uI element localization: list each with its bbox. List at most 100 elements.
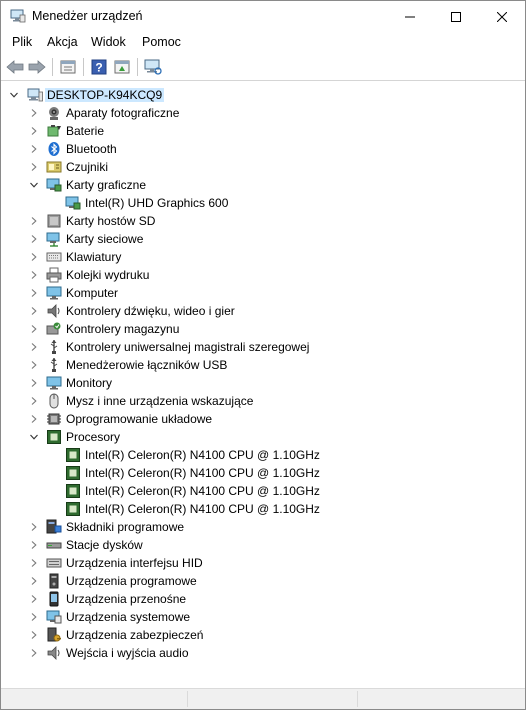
tree-device-item[interactable]: Intel(R) Celeron(R) N4100 CPU @ 1.10GHz — [2, 500, 522, 518]
chevron-right-icon[interactable] — [30, 271, 38, 279]
tree-item-label[interactable]: Karty hostów SD — [66, 214, 155, 228]
tree-item-label[interactable]: Kontrolery magazynu — [66, 322, 179, 336]
tree-category-item[interactable]: Komputer — [2, 284, 522, 302]
tree-item-label[interactable]: Urządzenia przenośne — [66, 592, 186, 606]
tree-item-label[interactable]: Komputer — [66, 286, 118, 300]
title-bar[interactable]: Menedżer urządzeń — [1, 1, 525, 32]
tree-category-item[interactable]: Urządzenia interfejsu HID — [2, 554, 522, 572]
tree-item-label[interactable]: Intel(R) Celeron(R) N4100 CPU @ 1.10GHz — [85, 502, 320, 516]
tree-category-item[interactable]: Składniki programowe — [2, 518, 522, 536]
tree-item-label[interactable]: Stacje dysków — [66, 538, 143, 552]
chevron-right-icon[interactable] — [30, 613, 38, 621]
properties-button[interactable] — [58, 58, 78, 76]
tree-category-item[interactable]: Urządzenia zabezpieczeń — [2, 626, 522, 644]
tree-item-label[interactable]: Klawiatury — [66, 250, 121, 264]
chevron-down-icon[interactable] — [30, 181, 38, 189]
chevron-right-icon[interactable] — [30, 217, 38, 225]
tree-category-item[interactable]: Karty graficzne — [2, 176, 522, 194]
tree-item-label[interactable]: Urządzenia zabezpieczeń — [66, 628, 203, 642]
tree-device-item[interactable]: Intel(R) Celeron(R) N4100 CPU @ 1.10GHz — [2, 482, 522, 500]
minimize-button[interactable] — [387, 1, 433, 32]
tree-item-label[interactable]: Aparaty fotograficzne — [66, 106, 179, 120]
tree-item-label[interactable]: Menedżerowie łączników USB — [66, 358, 227, 372]
tree-category-item[interactable]: Klawiatury — [2, 248, 522, 266]
chevron-down-icon[interactable] — [10, 91, 18, 99]
close-button[interactable] — [479, 1, 525, 32]
tree-item-label[interactable]: Kontrolery uniwersalnej magistrali szere… — [66, 340, 309, 354]
tree-category-item[interactable]: Menedżerowie łączników USB — [2, 356, 522, 374]
chevron-right-icon[interactable] — [30, 109, 38, 117]
chevron-right-icon[interactable] — [30, 523, 38, 531]
tree-category-item[interactable]: Kontrolery dźwięku, wideo i gier — [2, 302, 522, 320]
tree-category-item[interactable]: Baterie — [2, 122, 522, 140]
tree-item-label[interactable]: Kontrolery dźwięku, wideo i gier — [66, 304, 235, 318]
tree-category-item[interactable]: Karty hostów SD — [2, 212, 522, 230]
tree-item-label[interactable]: Baterie — [66, 124, 104, 138]
chevron-right-icon[interactable] — [30, 559, 38, 567]
tree-item-label[interactable]: Urządzenia interfejsu HID — [66, 556, 203, 570]
menu-pomoc[interactable]: Pomoc — [142, 35, 181, 49]
chevron-right-icon[interactable] — [30, 415, 38, 423]
tree-category-item[interactable]: Urządzenia programowe — [2, 572, 522, 590]
tree-item-label[interactable]: Oprogramowanie układowe — [66, 412, 212, 426]
tree-item-label[interactable]: Czujniki — [66, 160, 108, 174]
maximize-button[interactable] — [433, 1, 479, 32]
tree-category-item[interactable]: Karty sieciowe — [2, 230, 522, 248]
tree-category-item[interactable]: Urządzenia przenośne — [2, 590, 522, 608]
chevron-right-icon[interactable] — [30, 649, 38, 657]
tree-category-item[interactable]: Urządzenia systemowe — [2, 608, 522, 626]
help-button[interactable]: ? — [89, 58, 109, 76]
chevron-right-icon[interactable] — [30, 343, 38, 351]
tree-item-label[interactable]: Karty graficzne — [66, 178, 146, 192]
tree-item-label[interactable]: Urządzenia systemowe — [66, 610, 190, 624]
root-label[interactable]: DESKTOP-K94KCQ9 — [45, 88, 165, 102]
tree-category-item[interactable]: Monitory — [2, 374, 522, 392]
tree-item-label[interactable]: Urządzenia programowe — [66, 574, 197, 588]
scan-hardware-button[interactable] — [143, 58, 163, 76]
tree-item-label[interactable]: Mysz i inne urządzenia wskazujące — [66, 394, 253, 408]
chevron-right-icon[interactable] — [30, 631, 38, 639]
menu-plik[interactable]: Plik — [12, 35, 32, 49]
chevron-right-icon[interactable] — [30, 577, 38, 585]
chevron-right-icon[interactable] — [30, 235, 38, 243]
tree-item-label[interactable]: Intel(R) Celeron(R) N4100 CPU @ 1.10GHz — [85, 448, 320, 462]
menu-akcja[interactable]: Akcja — [47, 35, 78, 49]
chevron-right-icon[interactable] — [30, 595, 38, 603]
tree-category-item[interactable]: Procesory — [2, 428, 522, 446]
tree-item-label[interactable]: Kolejki wydruku — [66, 268, 149, 282]
tree-item-label[interactable]: Intel(R) UHD Graphics 600 — [85, 196, 228, 210]
tree-category-item[interactable]: Stacje dysków — [2, 536, 522, 554]
tree-item-label[interactable]: Bluetooth — [66, 142, 117, 156]
chevron-right-icon[interactable] — [30, 325, 38, 333]
tree-item-label[interactable]: Intel(R) Celeron(R) N4100 CPU @ 1.10GHz — [85, 484, 320, 498]
chevron-right-icon[interactable] — [30, 379, 38, 387]
tree-category-item[interactable]: Wejścia i wyjścia audio — [2, 644, 522, 662]
tree-root[interactable]: DESKTOP-K94KCQ9 — [2, 86, 522, 104]
tree-category-item[interactable]: Czujniki — [2, 158, 522, 176]
tree-item-label[interactable]: Monitory — [66, 376, 112, 390]
tree-category-item[interactable]: Bluetooth — [2, 140, 522, 158]
chevron-right-icon[interactable] — [30, 127, 38, 135]
device-tree[interactable]: DESKTOP-K94KCQ9 Aparaty fotograficzne Bat… — [2, 82, 524, 685]
tree-category-item[interactable]: Mysz i inne urządzenia wskazujące — [2, 392, 522, 410]
tree-device-item[interactable]: Intel(R) Celeron(R) N4100 CPU @ 1.10GHz — [2, 446, 522, 464]
tree-device-item[interactable]: Intel(R) UHD Graphics 600 — [2, 194, 522, 212]
tree-category-item[interactable]: Kontrolery magazynu — [2, 320, 522, 338]
tree-item-label[interactable]: Składniki programowe — [66, 520, 184, 534]
chevron-right-icon[interactable] — [30, 289, 38, 297]
forward-button[interactable] — [27, 58, 47, 76]
update-driver-button[interactable] — [112, 58, 132, 76]
tree-device-item[interactable]: Intel(R) Celeron(R) N4100 CPU @ 1.10GHz — [2, 464, 522, 482]
chevron-right-icon[interactable] — [30, 307, 38, 315]
tree-category-item[interactable]: Oprogramowanie układowe — [2, 410, 522, 428]
tree-item-label[interactable]: Intel(R) Celeron(R) N4100 CPU @ 1.10GHz — [85, 466, 320, 480]
chevron-right-icon[interactable] — [30, 541, 38, 549]
chevron-right-icon[interactable] — [30, 163, 38, 171]
chevron-right-icon[interactable] — [30, 361, 38, 369]
chevron-right-icon[interactable] — [30, 145, 38, 153]
chevron-down-icon[interactable] — [30, 433, 38, 441]
tree-item-label[interactable]: Wejścia i wyjścia audio — [66, 646, 189, 660]
menu-widok[interactable]: Widok — [91, 35, 126, 49]
tree-item-label[interactable]: Procesory — [66, 430, 120, 444]
chevron-right-icon[interactable] — [30, 397, 38, 405]
